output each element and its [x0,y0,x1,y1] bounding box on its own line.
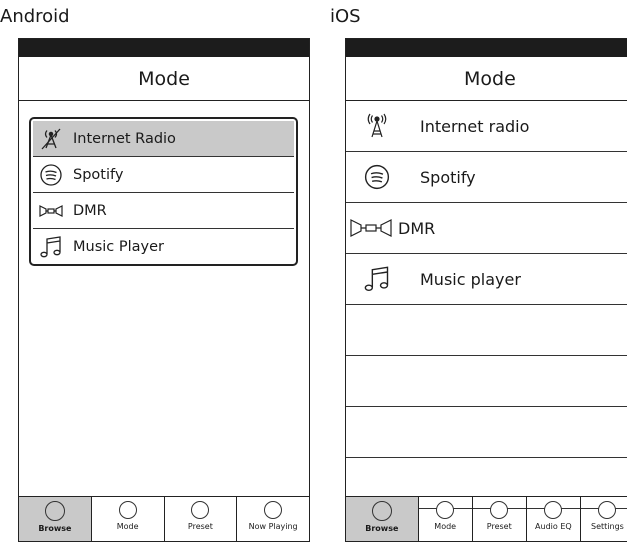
mode-item-label: Internet Radio [73,130,176,147]
tab-label: Settings [591,522,624,531]
android-phone-screen: Mode Internet Radio Spotify DMR Music Pl… [18,38,310,542]
tab-circle-icon [118,501,137,519]
page-title: Mode [346,57,627,101]
status-bar [346,39,627,57]
page-title: Mode [19,57,309,101]
mode-item-music-player[interactable]: Music player [346,254,627,305]
tab-circle-icon [371,501,392,521]
tab-circle-icon [598,501,617,519]
empty-list-row [346,356,627,407]
mode-list: Internet radio Spotify DMR Music player [346,101,627,509]
bottom-tab-bar: Browse Mode Preset Now Playing [19,496,309,541]
status-bar [19,39,309,57]
mode-item-label: DMR [398,218,436,238]
radio-tower-crossed-icon [33,121,69,157]
mode-item-dmr[interactable]: DMR [346,203,627,254]
dmr-icon [33,193,69,229]
tab-browse[interactable]: Browse [346,497,419,541]
tab-settings[interactable]: Settings [581,497,627,541]
dmr-icon [346,203,396,254]
empty-list-row [346,407,627,458]
mode-item-label: DMR [73,202,107,219]
spotify-icon [33,157,69,193]
spotify-icon [346,152,408,203]
tab-circle-icon [44,501,65,521]
tab-label: Mode [434,522,457,531]
mode-item-label: Internet radio [420,116,530,136]
music-note-icon [33,229,69,265]
mode-item-internet-radio[interactable]: Internet radio [346,101,627,152]
mode-item-spotify[interactable]: Spotify [33,157,294,193]
tab-label: Mode [116,522,139,531]
empty-list-row [346,305,627,356]
mode-dialog-list: Internet Radio Spotify DMR Music Player [29,117,298,266]
mode-item-spotify[interactable]: Spotify [346,152,627,203]
tab-label: Audio EQ [535,522,572,531]
radio-tower-icon [346,101,408,152]
tab-preset[interactable]: Preset [473,497,527,541]
music-note-icon [346,254,408,305]
ios-phone-screen: Mode Internet radio Spotify DMR Music pl… [345,38,627,542]
tab-audio-eq[interactable]: Audio EQ [527,497,581,541]
tab-circle-icon [544,501,563,519]
mode-item-label: Spotify [420,167,476,187]
bottom-tab-bar: Browse Mode Preset Audio EQ Settings [346,496,627,541]
tab-mode[interactable]: Mode [92,497,165,541]
ios-platform-label: iOS [330,6,361,27]
mode-item-dmr[interactable]: DMR [33,193,294,229]
mode-item-label: Music player [420,269,521,289]
tab-circle-icon [264,501,283,519]
tab-label: Preset [486,522,512,531]
tab-circle-icon [490,501,509,519]
mode-item-music-player[interactable]: Music Player [33,229,294,265]
tab-circle-icon [191,501,210,519]
tab-label: Browse [365,524,399,533]
tab-now-playing[interactable]: Now Playing [237,497,309,541]
mode-item-internet-radio[interactable]: Internet Radio [33,121,294,157]
tab-mode[interactable]: Mode [419,497,473,541]
tab-preset[interactable]: Preset [165,497,238,541]
tab-browse[interactable]: Browse [19,497,92,541]
tab-label: Preset [187,522,213,531]
tab-circle-icon [436,501,455,519]
tab-label: Browse [38,524,72,533]
android-platform-label: Android [0,6,70,27]
mode-item-label: Spotify [73,166,124,183]
tab-label: Now Playing [248,522,298,531]
mode-item-label: Music Player [73,239,164,255]
